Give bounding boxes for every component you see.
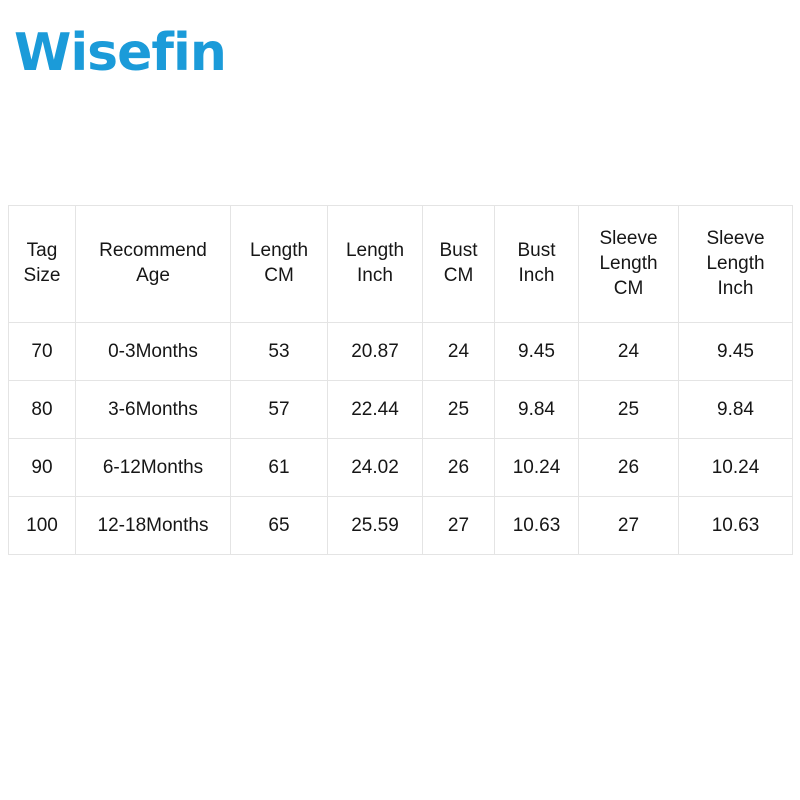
header-line: Bust bbox=[439, 240, 478, 261]
table-row: 70 0-3Months 53 20.87 24 9.45 24 9.45 bbox=[8, 322, 793, 381]
header-line: Inch bbox=[717, 277, 754, 299]
column-header-bust-cm: Bust CM bbox=[422, 205, 495, 323]
cell-bust-inch: 10.24 bbox=[494, 438, 579, 497]
header-line: Tag bbox=[26, 240, 58, 261]
cell-recommend-age: 6-12Months bbox=[75, 438, 231, 497]
header-line: Inch bbox=[357, 265, 393, 286]
cell-length-inch: 25.59 bbox=[327, 496, 423, 555]
brand-name: Wisefin bbox=[14, 23, 226, 83]
cell-sleeve-length-cm: 26 bbox=[578, 438, 679, 497]
cell-tag-size: 70 bbox=[8, 322, 76, 381]
cell-bust-cm: 24 bbox=[422, 322, 495, 381]
column-header-length-inch: Length Inch bbox=[327, 205, 423, 323]
cell-bust-inch: 9.84 bbox=[494, 380, 579, 439]
column-header-recommend-age: Recommend Age bbox=[75, 205, 231, 323]
cell-recommend-age: 12-18Months bbox=[75, 496, 231, 555]
cell-length-cm: 53 bbox=[230, 322, 328, 381]
cell-bust-cm: 26 bbox=[422, 438, 495, 497]
header-line: Inch bbox=[518, 265, 555, 286]
table-row: 90 6-12Months 61 24.02 26 10.24 26 10.24 bbox=[8, 438, 793, 497]
header-line: Length bbox=[599, 252, 658, 274]
column-header-sleeve-length-cm: Sleeve Length CM bbox=[578, 205, 679, 323]
cell-tag-size: 90 bbox=[8, 438, 76, 497]
cell-sleeve-length-cm: 27 bbox=[578, 496, 679, 555]
cell-bust-cm: 25 bbox=[422, 380, 495, 439]
cell-bust-inch: 9.45 bbox=[494, 322, 579, 381]
column-header-sleeve-length-inch: Sleeve Length Inch bbox=[678, 205, 793, 323]
cell-length-cm: 61 bbox=[230, 438, 328, 497]
table-body: 70 0-3Months 53 20.87 24 9.45 24 9.45 80… bbox=[8, 322, 793, 555]
cell-length-cm: 57 bbox=[230, 380, 328, 439]
brand-logo: Wisefin bbox=[14, 18, 254, 88]
table-row: 100 12-18Months 65 25.59 27 10.63 27 10.… bbox=[8, 496, 793, 555]
cell-sleeve-length-inch: 9.84 bbox=[678, 380, 793, 439]
header-line: CM bbox=[264, 265, 294, 286]
cell-bust-cm: 27 bbox=[422, 496, 495, 555]
column-header-bust-inch: Bust Inch bbox=[494, 205, 579, 323]
header-line: Length bbox=[345, 240, 405, 261]
header-line: Sleeve bbox=[706, 227, 765, 249]
header-line: Sleeve bbox=[599, 227, 658, 249]
header-line: Bust bbox=[517, 240, 556, 261]
cell-tag-size: 100 bbox=[8, 496, 76, 555]
table-row: 80 3-6Months 57 22.44 25 9.84 25 9.84 bbox=[8, 380, 793, 439]
cell-sleeve-length-inch: 10.24 bbox=[678, 438, 793, 497]
header-line: Length bbox=[249, 240, 309, 261]
cell-tag-size: 80 bbox=[8, 380, 76, 439]
cell-sleeve-length-inch: 9.45 bbox=[678, 322, 793, 381]
cell-length-inch: 22.44 bbox=[327, 380, 423, 439]
cell-length-inch: 24.02 bbox=[327, 438, 423, 497]
header-line: Recommend bbox=[99, 240, 207, 261]
column-header-length-cm: Length CM bbox=[230, 205, 328, 323]
header-row: Tag Size Recommend Age Length CM Length … bbox=[8, 205, 793, 323]
header-line: Age bbox=[136, 265, 170, 286]
cell-recommend-age: 3-6Months bbox=[75, 380, 231, 439]
cell-length-cm: 65 bbox=[230, 496, 328, 555]
cell-sleeve-length-cm: 24 bbox=[578, 322, 679, 381]
cell-sleeve-length-cm: 25 bbox=[578, 380, 679, 439]
cell-length-inch: 20.87 bbox=[327, 322, 423, 381]
header-line: CM bbox=[443, 265, 474, 286]
wisefin-wordmark-icon: Wisefin bbox=[14, 23, 227, 83]
cell-sleeve-length-inch: 10.63 bbox=[678, 496, 793, 555]
table-header: Tag Size Recommend Age Length CM Length … bbox=[8, 205, 793, 323]
size-chart-container: Tag Size Recommend Age Length CM Length … bbox=[8, 205, 793, 555]
cell-recommend-age: 0-3Months bbox=[75, 322, 231, 381]
header-line: CM bbox=[613, 277, 644, 299]
header-line: Size bbox=[23, 265, 61, 286]
cell-bust-inch: 10.63 bbox=[494, 496, 579, 555]
column-header-tag-size: Tag Size bbox=[8, 205, 76, 323]
size-chart-table: Tag Size Recommend Age Length CM Length … bbox=[8, 205, 793, 555]
header-line: Length bbox=[706, 252, 765, 274]
